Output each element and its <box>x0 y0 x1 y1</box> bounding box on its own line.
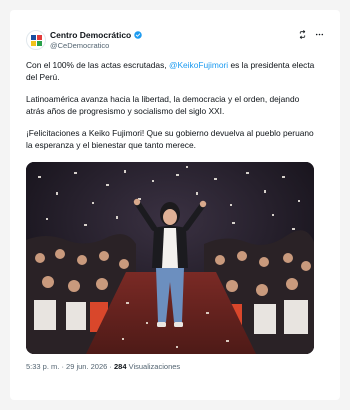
tweet-time[interactable]: 5:33 p. m. <box>26 362 59 371</box>
mention-link[interactable]: @KeikoFujimori <box>169 60 228 70</box>
tweet-actions-top <box>298 30 324 39</box>
tweet-paragraph-3: ¡Felicitaciones a Keiko Fujimori! Que su… <box>26 128 314 150</box>
account-handle[interactable]: @CeDemocratico <box>50 41 109 50</box>
tweet-photo[interactable] <box>26 162 314 354</box>
tweet-meta: 5:33 p. m. · 29 jun. 2026 · 284 Visualiz… <box>26 362 180 371</box>
celebration-photo <box>26 162 314 354</box>
party-logo <box>31 35 42 46</box>
tweet-text: Con el 100% de las actas escrutadas, @Ke… <box>26 60 318 162</box>
name-row: Centro Democrático <box>50 30 142 40</box>
more-icon[interactable] <box>315 30 324 39</box>
verified-badge-icon <box>134 31 142 39</box>
meta-separator: · <box>107 362 114 371</box>
avatar[interactable] <box>26 30 46 50</box>
views-label: Visualizaciones <box>126 362 181 371</box>
tweet-date[interactable]: 29 jun. 2026 <box>66 362 107 371</box>
tweet-text-segment: Con el 100% de las actas escrutadas, <box>26 60 169 70</box>
display-name[interactable]: Centro Democrático <box>50 30 131 40</box>
tweet-paragraph-2: Latinoamérica avanza hacia la libertad, … <box>26 94 300 116</box>
tweet-paragraph-1: Con el 100% de las actas escrutadas, @Ke… <box>26 60 318 83</box>
tweet-card: Centro Democrático @CeDemocratico Con el… <box>10 10 340 400</box>
views-count: 284 <box>114 362 127 371</box>
repost-icon[interactable] <box>298 30 307 39</box>
